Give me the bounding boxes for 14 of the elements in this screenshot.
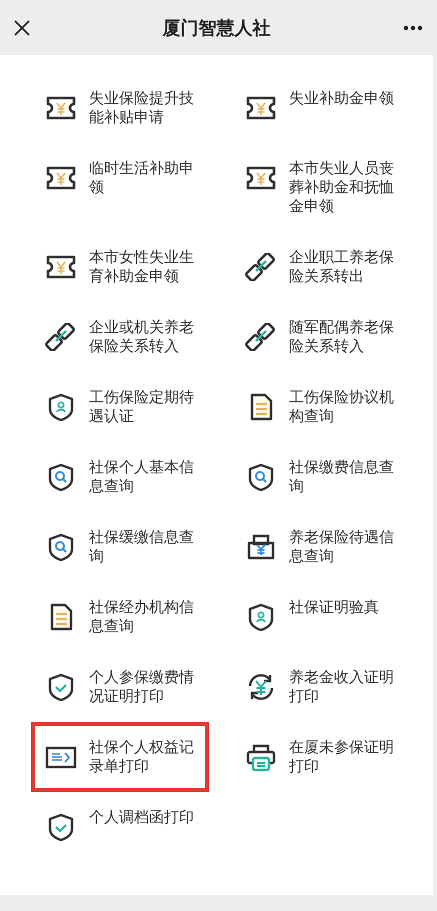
link-icon bbox=[45, 323, 77, 351]
yen-tray-icon bbox=[245, 533, 277, 561]
ticket-icon bbox=[45, 94, 77, 122]
printer-icon bbox=[245, 743, 277, 771]
window-title: 厦门智慧人社 bbox=[162, 16, 270, 40]
more-icon[interactable] bbox=[403, 24, 423, 30]
close-icon[interactable] bbox=[14, 20, 30, 36]
ticket-icon bbox=[245, 94, 277, 122]
link-icon bbox=[245, 253, 277, 281]
ticket-icon bbox=[245, 164, 277, 192]
ticket-icon bbox=[45, 253, 77, 281]
link-icon bbox=[245, 323, 277, 351]
ticket-icon bbox=[45, 164, 77, 192]
service-item[interactable]: 社保个人权益记录单打印 bbox=[31, 722, 209, 792]
